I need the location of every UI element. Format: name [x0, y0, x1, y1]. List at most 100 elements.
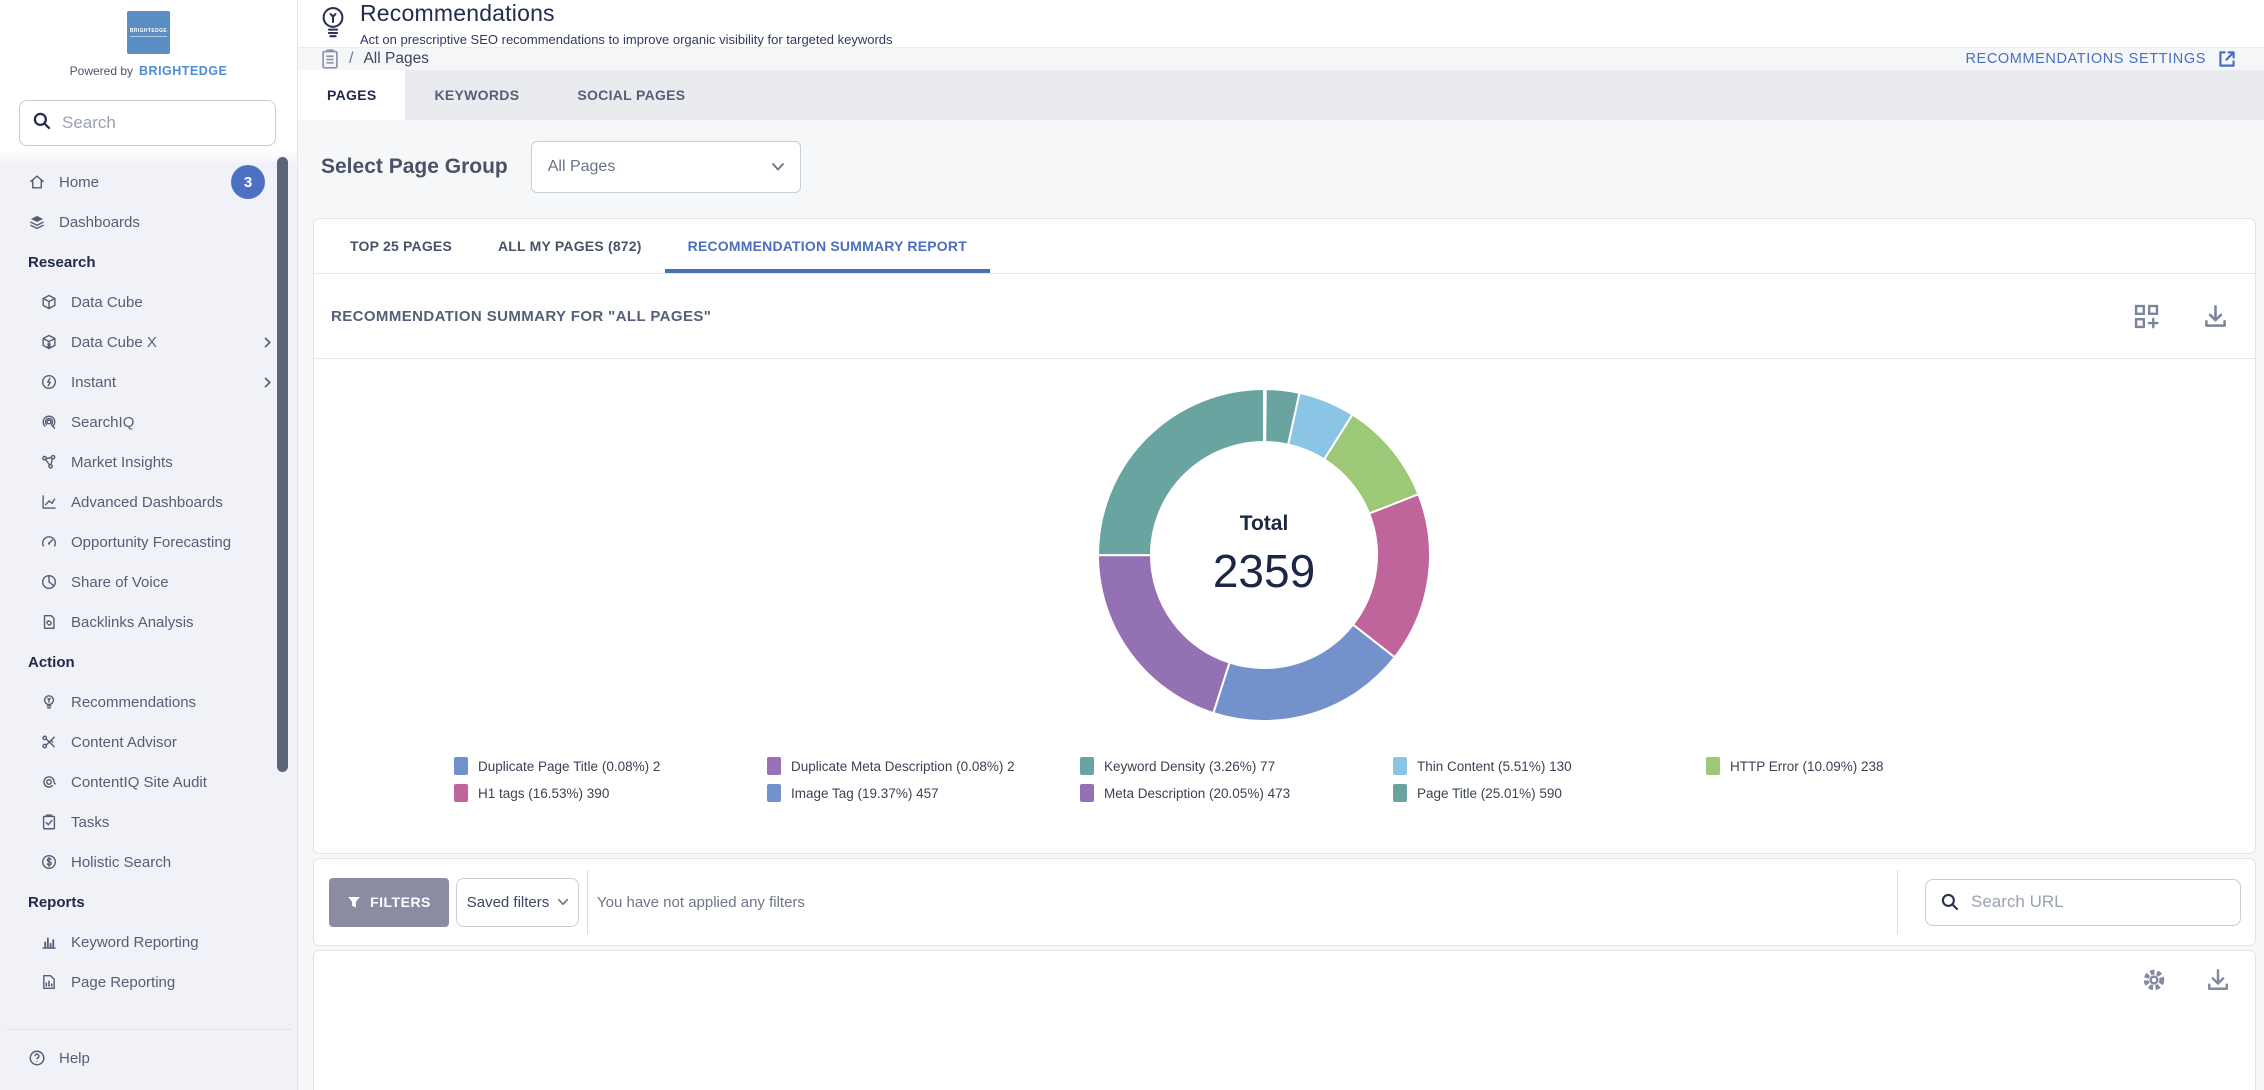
page-group-dropdown[interactable]: All Pages — [531, 141, 801, 193]
content: Select Page Group All Pages TOP 25 PAGES… — [298, 120, 2264, 1090]
chevron-down-icon — [772, 163, 784, 171]
chevron-down-icon — [558, 899, 568, 905]
keyword-reporting-icon — [40, 933, 58, 951]
sidebar-item-tasks[interactable]: Tasks — [0, 802, 297, 842]
sidebar-section-research: Research — [0, 242, 297, 282]
sidebar-section-reports: Reports — [0, 882, 297, 922]
sidebar-search-input[interactable] — [62, 113, 283, 133]
divider — [587, 870, 588, 934]
legend-item-http-error[interactable]: HTTP Error (10.09%) 238 — [1706, 757, 2019, 775]
sidebar-item-data-cube[interactable]: Data Cube — [0, 282, 297, 322]
legend-label: Duplicate Meta Description (0.08%) 2 — [791, 759, 1015, 774]
sidebar-search[interactable] — [19, 100, 276, 146]
tab-keywords[interactable]: KEYWORDS — [405, 70, 548, 120]
sidebar-item-dashboards[interactable]: Dashboards — [0, 202, 297, 242]
sidebar-item-keyword-reporting[interactable]: Keyword Reporting — [0, 922, 297, 962]
sidebar-item-instant[interactable]: Instant — [0, 362, 297, 402]
tab-pages[interactable]: PAGES — [298, 70, 405, 120]
legend-item-page-title[interactable]: Page Title (25.01%) 590 — [1393, 784, 1706, 802]
sidebar-item-advanced-dashboards[interactable]: Advanced Dashboards — [0, 482, 297, 522]
data-cube-icon — [40, 293, 58, 311]
sidebar-item-share-of-voice[interactable]: Share of Voice — [0, 562, 297, 602]
legend-item-keyword-density[interactable]: Keyword Density (3.26%) 77 — [1080, 757, 1393, 775]
report-tab-recommendation-summary-report[interactable]: RECOMMENDATION SUMMARY REPORT — [665, 219, 990, 273]
donut-segment-page-title[interactable] — [1098, 389, 1264, 555]
recommendations-settings-link[interactable]: RECOMMENDATIONS SETTINGS — [1965, 48, 2238, 70]
summary-card-header: RECOMMENDATION SUMMARY FOR "ALL PAGES" — [314, 274, 2255, 359]
sidebar-item-home[interactable]: Home 3 — [0, 162, 297, 202]
sidebar-scrollbar[interactable] — [277, 157, 288, 772]
contentiq-icon — [40, 773, 58, 791]
legend-item-duplicate-page-title[interactable]: Duplicate Page Title (0.08%) 2 — [454, 757, 767, 775]
sidebar-item-contentiq-site-audit[interactable]: ContentIQ Site Audit — [0, 762, 297, 802]
sidebar-item-page-reporting[interactable]: Page Reporting — [0, 962, 297, 1002]
donut-segment-image-tag[interactable] — [1213, 625, 1394, 721]
legend-swatch — [767, 757, 781, 775]
sidebar-item-data-cube-x[interactable]: Data Cube X — [0, 322, 297, 362]
sidebar-item-holistic-search[interactable]: Holistic Search — [0, 842, 297, 882]
help-icon — [28, 1049, 46, 1067]
sidebar-item-label: SearchIQ — [71, 414, 134, 431]
sidebar-item-opportunity-forecasting[interactable]: Opportunity Forecasting — [0, 522, 297, 562]
sidebar-item-label: Page Reporting — [71, 974, 175, 991]
legend-item-h1-tags[interactable]: H1 tags (16.53%) 390 — [454, 784, 767, 802]
report-tabs: TOP 25 PAGESALL MY PAGES (872)RECOMMENDA… — [314, 219, 2255, 274]
legend-item-duplicate-meta-description[interactable]: Duplicate Meta Description (0.08%) 2 — [767, 757, 1080, 775]
legend-label: Page Title (25.01%) 590 — [1417, 786, 1562, 801]
sidebar-section-action: Action — [0, 642, 297, 682]
data-cube-x-icon — [40, 333, 58, 351]
filters-button[interactable]: FILTERS — [329, 878, 449, 927]
brightedge-logo: BRIGHTEDGE — [0, 0, 297, 54]
backlinks-analysis-icon — [40, 613, 58, 631]
sidebar-item-content-advisor[interactable]: Content Advisor — [0, 722, 297, 762]
legend-item-thin-content[interactable]: Thin Content (5.51%) 130 — [1393, 757, 1706, 775]
sidebar: BRIGHTEDGE Powered by BRIGHTEDGE Home3Da… — [0, 0, 298, 1090]
url-search[interactable] — [1925, 879, 2241, 926]
sidebar-item-label: Holistic Search — [71, 854, 171, 871]
tab-social-pages[interactable]: SOCIAL PAGES — [548, 70, 714, 120]
legend-item-image-tag[interactable]: Image Tag (19.37%) 457 — [767, 784, 1080, 802]
sidebar-item-market-insights[interactable]: Market Insights — [0, 442, 297, 482]
report-tab-all-my-pages-872[interactable]: ALL MY PAGES (872) — [475, 219, 665, 273]
external-link-icon — [2216, 48, 2238, 70]
legend-label: Thin Content (5.51%) 130 — [1417, 759, 1572, 774]
report-tab-top-25-pages[interactable]: TOP 25 PAGES — [327, 219, 475, 273]
breadcrumb-current[interactable]: All Pages — [363, 50, 428, 68]
recommendations-settings-label: RECOMMENDATIONS SETTINGS — [1965, 51, 2206, 67]
sidebar-item-backlinks-analysis[interactable]: Backlinks Analysis — [0, 602, 297, 642]
search-icon — [32, 111, 52, 136]
saved-filters-label: Saved filters — [467, 894, 550, 911]
chevron-right-icon — [260, 375, 275, 390]
results-card-actions — [314, 951, 2255, 993]
legend-item-meta-description[interactable]: Meta Description (20.05%) 473 — [1080, 784, 1393, 802]
sidebar-item-label: Recommendations — [71, 694, 196, 711]
legend-swatch — [454, 757, 468, 775]
notification-badge: 3 — [231, 165, 265, 199]
sidebar-item-help[interactable]: Help — [6, 1036, 291, 1080]
saved-filters-dropdown[interactable]: Saved filters — [456, 878, 579, 927]
results-card — [313, 950, 2256, 1090]
legend-swatch — [1393, 757, 1407, 775]
url-search-input[interactable] — [1971, 892, 2226, 912]
donut-segment-meta-description[interactable] — [1098, 555, 1229, 713]
filter-status-text: You have not applied any filters — [597, 894, 805, 911]
searchiq-icon — [40, 413, 58, 431]
gear-icon[interactable] — [2141, 967, 2167, 993]
legend-swatch — [767, 784, 781, 802]
logo-text: BRIGHTEDGE — [130, 28, 167, 37]
legend-label: HTTP Error (10.09%) 238 — [1730, 759, 1884, 774]
add-to-dashboard-icon[interactable] — [2133, 303, 2160, 330]
clipboard-icon[interactable] — [319, 48, 341, 70]
download-icon[interactable] — [2205, 967, 2231, 993]
sidebar-item-label: Home — [59, 174, 99, 191]
legend-swatch — [454, 784, 468, 802]
page-group-row: Select Page Group All Pages — [321, 141, 2256, 193]
sidebar-item-recommendations[interactable]: Recommendations — [0, 682, 297, 722]
dashboards-icon — [28, 213, 46, 231]
legend-swatch — [1706, 757, 1720, 775]
download-icon[interactable] — [2202, 303, 2229, 330]
chart-area: Total 2359 Duplicate Page Title (0.08%) … — [314, 359, 2255, 853]
sidebar-item-label: Dashboards — [59, 214, 140, 231]
sidebar-item-searchiq[interactable]: SearchIQ — [0, 402, 297, 442]
sidebar-item-label: Data Cube — [71, 294, 143, 311]
